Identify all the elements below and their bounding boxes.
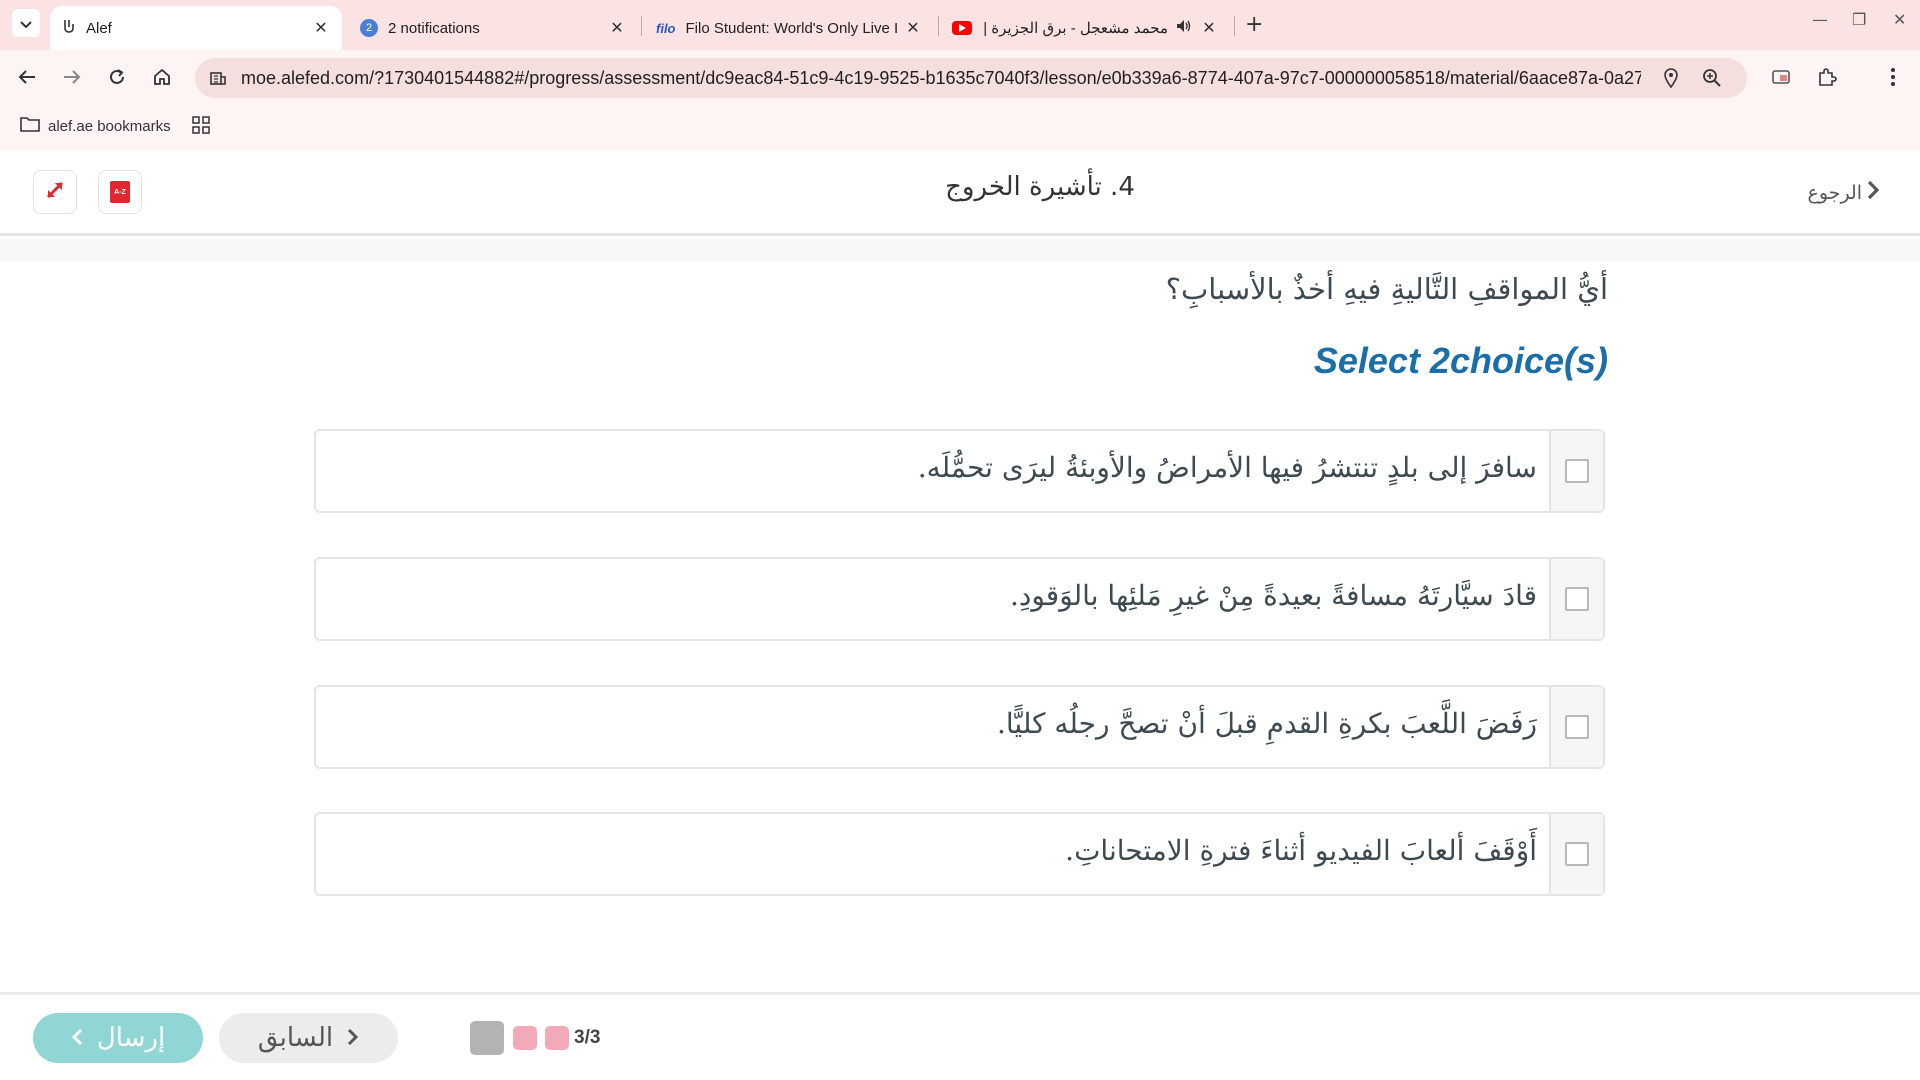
tab-title: Filo Student: World's Only Live I bbox=[685, 19, 899, 37]
menu-kebab-icon[interactable] bbox=[1880, 64, 1906, 90]
answer-option[interactable]: أَوْقَفَ ألعابَ الفيديو أثناءَ فترةِ الا… bbox=[314, 812, 1605, 896]
site-info-icon[interactable] bbox=[209, 69, 227, 91]
cast-icon[interactable] bbox=[1768, 64, 1794, 90]
address-bar[interactable]: moe.alefed.com/?1730401544882#/progress/… bbox=[195, 58, 1747, 98]
chevron-left-icon bbox=[71, 1023, 83, 1053]
tab-youtube[interactable]: محمد مشعجل - برق الجزيرة | a ✕ bbox=[940, 6, 1230, 50]
close-window-icon[interactable]: ✕ bbox=[1893, 10, 1906, 29]
answer-checkbox[interactable] bbox=[1565, 587, 1589, 611]
content-top-strip bbox=[0, 239, 1920, 261]
bookmark-folder-alef[interactable]: alef.ae bookmarks bbox=[20, 116, 171, 136]
filo-logo-icon: filo bbox=[656, 20, 676, 36]
progress-count: 3/3 bbox=[574, 1027, 601, 1048]
audio-playing-icon[interactable] bbox=[1176, 19, 1192, 37]
answer-option[interactable]: قادَ سيَّارتَهُ مسافةً بعيدةً مِنْ غيرِ … bbox=[314, 557, 1605, 641]
extensions-icon[interactable] bbox=[1814, 64, 1840, 90]
close-tab-icon[interactable]: ✕ bbox=[608, 19, 626, 37]
progress-square-current[interactable] bbox=[470, 1021, 504, 1055]
back-label: الرجوع bbox=[1807, 181, 1862, 204]
bookmarks-bar bbox=[0, 102, 1920, 150]
url-text: moe.alefed.com/?1730401544882#/progress/… bbox=[241, 68, 1641, 88]
youtube-icon bbox=[952, 21, 972, 35]
tab-filo[interactable]: filo Filo Student: World's Only Live I ✕ bbox=[644, 6, 934, 50]
chevron-right-icon bbox=[347, 1023, 359, 1053]
location-pin-icon[interactable] bbox=[1663, 68, 1679, 92]
answer-option[interactable]: رَفَضَ اللَّعبَ بكرةِ القدمِ قبلَ أنْ تص… bbox=[314, 685, 1605, 769]
tab-separator bbox=[641, 16, 642, 36]
answer-checkbox[interactable] bbox=[1565, 459, 1589, 483]
previous-label: السابق bbox=[257, 1023, 334, 1053]
question-text: أيُّ المواقفِ التَّاليةِ فيهِ أخذٌ بالأس… bbox=[1165, 272, 1608, 306]
answer-option[interactable]: سافرَ إلى بلدٍ تنتشرُ فيها الأمراضُ والأ… bbox=[314, 429, 1605, 513]
home-icon[interactable] bbox=[149, 64, 175, 90]
checkbox-zone[interactable] bbox=[1549, 687, 1603, 767]
progress-square[interactable] bbox=[545, 1026, 569, 1050]
alef-icon bbox=[62, 18, 76, 38]
tab-title: 2 notifications bbox=[388, 19, 480, 37]
answer-option-text: أَوْقَفَ ألعابَ الفيديو أثناءَ فترةِ الا… bbox=[1065, 834, 1537, 867]
apps-grid-icon[interactable] bbox=[192, 116, 210, 134]
back-arrow-icon[interactable] bbox=[14, 64, 40, 90]
answer-option-text: قادَ سيَّارتَهُ مسافةً بعيدةً مِنْ غيرِ … bbox=[1009, 579, 1537, 612]
previous-button[interactable]: السابق bbox=[219, 1013, 398, 1063]
forward-arrow-icon[interactable] bbox=[59, 64, 85, 90]
zoom-icon[interactable] bbox=[1702, 68, 1722, 92]
submit-label: إرسال bbox=[96, 1023, 166, 1053]
back-link[interactable]: الرجوع bbox=[1808, 180, 1880, 205]
answer-option-text: سافرَ إلى بلدٍ تنتشرُ فيها الأمراضُ والأ… bbox=[917, 451, 1537, 484]
tab-notifications[interactable]: 2 2 notifications ✕ bbox=[348, 6, 638, 50]
answer-option-text: رَفَضَ اللَّعبَ بكرةِ القدمِ قبلَ أنْ تص… bbox=[997, 707, 1537, 740]
close-tab-icon[interactable]: ✕ bbox=[904, 19, 922, 37]
reload-icon[interactable] bbox=[104, 64, 130, 90]
page-title: 4. تأشيرة الخروج bbox=[945, 172, 1135, 202]
progress-square[interactable] bbox=[513, 1026, 537, 1050]
tab-alef[interactable]: Alef ✕ bbox=[50, 6, 342, 50]
tab-title: محمد مشعجل - برق الجزيرة | a bbox=[982, 20, 1168, 37]
restore-icon[interactable]: ❐ bbox=[1852, 10, 1866, 29]
tab-search-button[interactable] bbox=[12, 9, 40, 37]
tab-title: Alef bbox=[86, 19, 112, 37]
minimize-icon[interactable]: — bbox=[1812, 10, 1828, 29]
notification-badge-icon: 2 bbox=[360, 19, 378, 37]
close-tab-icon[interactable]: ✕ bbox=[1200, 19, 1218, 37]
checkbox-zone[interactable] bbox=[1549, 814, 1603, 894]
new-tab-plus-icon[interactable]: + bbox=[1245, 12, 1263, 37]
chevron-left-icon bbox=[1866, 180, 1880, 205]
bookmark-folder-label: alef.ae bookmarks bbox=[48, 117, 171, 135]
tab-separator bbox=[938, 16, 939, 36]
folder-icon bbox=[20, 116, 40, 136]
close-tab-icon[interactable]: ✕ bbox=[312, 19, 330, 37]
answer-checkbox[interactable] bbox=[1565, 715, 1589, 739]
checkbox-zone[interactable] bbox=[1549, 431, 1603, 511]
chevron-down-icon bbox=[20, 14, 32, 33]
tab-separator bbox=[1234, 16, 1235, 36]
choice-instruction: Select 2choice(s) bbox=[1313, 340, 1608, 381]
submit-button[interactable]: إرسال bbox=[33, 1013, 203, 1063]
answer-checkbox[interactable] bbox=[1565, 842, 1589, 866]
checkbox-zone[interactable] bbox=[1549, 559, 1603, 639]
